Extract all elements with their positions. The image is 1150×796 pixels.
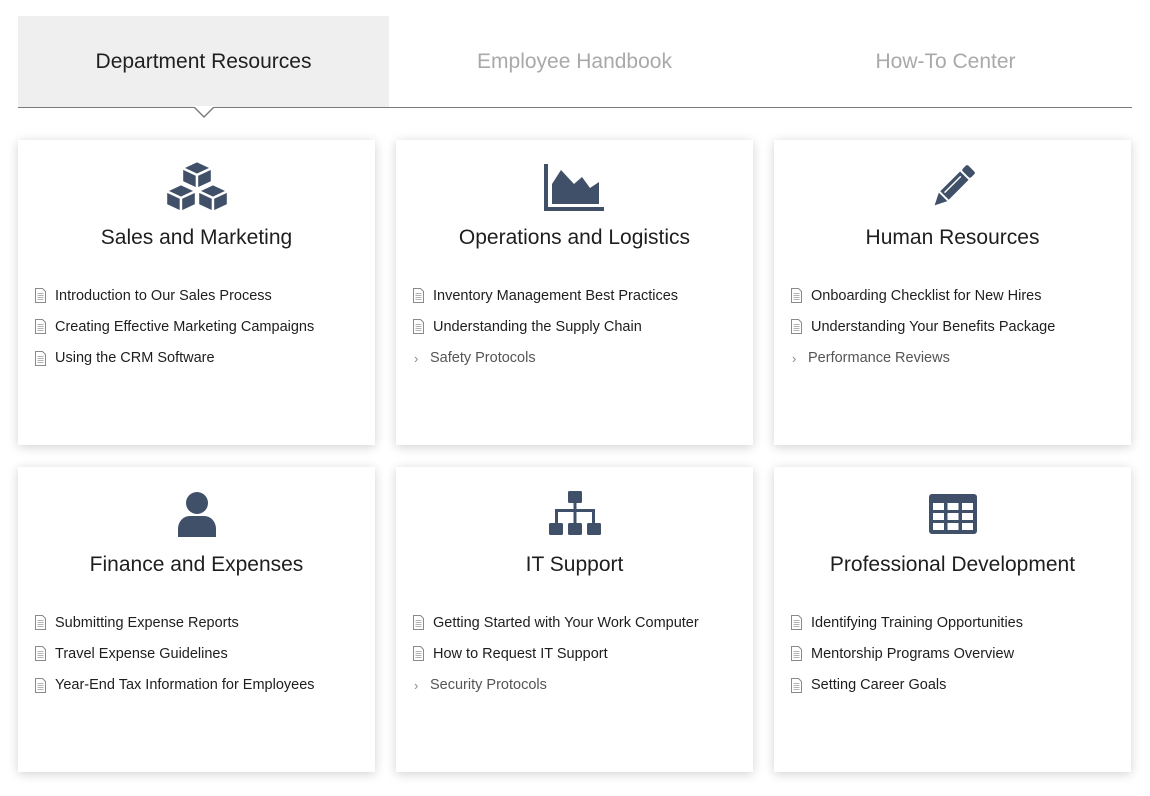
card-title[interactable]: IT Support — [396, 553, 753, 577]
document-icon — [791, 677, 802, 693]
area-chart-icon — [396, 160, 753, 214]
resource-label: Identifying Training Opportunities — [811, 614, 1023, 631]
resource-label: How to Request IT Support — [433, 645, 608, 662]
document-icon — [413, 319, 424, 335]
card-operations-and-logistics: Operations and Logistics Inventory Manag… — [396, 140, 753, 445]
resource-link[interactable]: Travel Expense Guidelines — [34, 638, 365, 669]
card-title[interactable]: Human Resources — [774, 226, 1131, 250]
resource-link[interactable]: How to Request IT Support — [412, 638, 743, 669]
resource-list: Identifying Training Opportunities Mento… — [790, 607, 1121, 701]
resource-link[interactable]: Understanding Your Benefits Package — [790, 311, 1121, 342]
card-title[interactable]: Sales and Marketing — [18, 226, 375, 250]
tab-how-to-center[interactable]: How-To Center — [760, 16, 1131, 107]
resource-link[interactable]: Getting Started with Your Work Computer — [412, 607, 743, 638]
resource-link[interactable]: Onboarding Checklist for New Hires — [790, 280, 1121, 311]
user-icon — [18, 487, 375, 541]
resource-label: Travel Expense Guidelines — [55, 645, 228, 662]
card-human-resources: Human Resources Onboarding Checklist for… — [774, 140, 1131, 445]
resource-label: Submitting Expense Reports — [55, 614, 239, 631]
document-icon — [35, 319, 46, 335]
resource-label: Inventory Management Best Practices — [433, 287, 679, 304]
resource-list: Onboarding Checklist for New Hires Under… — [790, 280, 1121, 374]
document-icon — [35, 350, 46, 366]
resource-label: Getting Started with Your Work Computer — [433, 614, 699, 631]
resource-label: Creating Effective Marketing Campaigns — [55, 318, 315, 335]
resource-list: Submitting Expense Reports Travel Expens… — [34, 607, 365, 701]
resource-label: Using the CRM Software — [55, 350, 215, 367]
resource-list: Introduction to Our Sales Process Creati… — [34, 280, 365, 374]
resource-link[interactable]: Using the CRM Software — [34, 343, 365, 374]
resource-link[interactable]: Setting Career Goals — [790, 670, 1121, 701]
chevron-right-icon: › — [792, 350, 797, 366]
resource-list: Getting Started with Your Work Computer … — [412, 607, 743, 701]
tab-bar: Department Resources Employee Handbook H… — [18, 16, 1132, 118]
document-icon — [791, 319, 802, 335]
sitemap-icon — [396, 487, 753, 541]
card-title[interactable]: Operations and Logistics — [396, 226, 753, 250]
resource-label: Understanding Your Benefits Package — [811, 318, 1056, 335]
document-icon — [791, 288, 802, 304]
document-icon — [791, 646, 802, 662]
resource-link[interactable]: Submitting Expense Reports — [34, 607, 365, 638]
resource-link[interactable]: Understanding the Supply Chain — [412, 311, 743, 342]
document-icon — [35, 615, 46, 631]
tab-employee-handbook[interactable]: Employee Handbook — [389, 16, 760, 107]
pencil-icon — [774, 160, 1131, 214]
document-icon — [413, 288, 424, 304]
card-sales-and-marketing: Sales and Marketing Introduction to Our … — [18, 140, 375, 445]
resource-list: Inventory Management Best Practices Unde… — [412, 280, 743, 374]
card-finance-and-expenses: Finance and Expenses Submitting Expense … — [18, 467, 375, 772]
document-icon — [791, 615, 802, 631]
resource-folder[interactable]: › Performance Reviews — [790, 343, 1121, 374]
document-icon — [35, 288, 46, 304]
card-title[interactable]: Finance and Expenses — [18, 553, 375, 577]
tab-department-resources[interactable]: Department Resources — [18, 16, 389, 118]
resource-label: Mentorship Programs Overview — [811, 645, 1015, 662]
resource-label: Safety Protocols — [430, 350, 536, 367]
chevron-right-icon: › — [414, 677, 419, 693]
document-icon — [413, 646, 424, 662]
resource-link[interactable]: Creating Effective Marketing Campaigns — [34, 311, 365, 342]
resource-label: Security Protocols — [430, 677, 547, 694]
document-icon — [35, 677, 46, 693]
resource-label: Introduction to Our Sales Process — [55, 287, 272, 304]
card-title[interactable]: Professional Development — [774, 553, 1131, 577]
table-icon — [774, 487, 1131, 541]
card-professional-development: Professional Development Identifying Tra… — [774, 467, 1131, 772]
resource-link[interactable]: Mentorship Programs Overview — [790, 638, 1121, 669]
resource-folder[interactable]: › Security Protocols — [412, 670, 743, 701]
resource-link[interactable]: Inventory Management Best Practices — [412, 280, 743, 311]
resource-link[interactable]: Year-End Tax Information for Employees — [34, 670, 365, 701]
resource-folder[interactable]: › Safety Protocols — [412, 343, 743, 374]
resource-label: Setting Career Goals — [811, 677, 947, 694]
chevron-right-icon: › — [414, 350, 419, 366]
resource-label: Onboarding Checklist for New Hires — [811, 287, 1042, 304]
cubes-icon — [18, 160, 375, 214]
document-icon — [413, 615, 424, 631]
resource-label: Year-End Tax Information for Employees — [55, 677, 315, 694]
resource-label: Performance Reviews — [808, 350, 950, 367]
resource-link[interactable]: Identifying Training Opportunities — [790, 607, 1121, 638]
resource-link[interactable]: Introduction to Our Sales Process — [34, 280, 365, 311]
resource-label: Understanding the Supply Chain — [433, 318, 642, 335]
card-it-support: IT Support Getting Started with Your Wor… — [396, 467, 753, 772]
document-icon — [35, 646, 46, 662]
